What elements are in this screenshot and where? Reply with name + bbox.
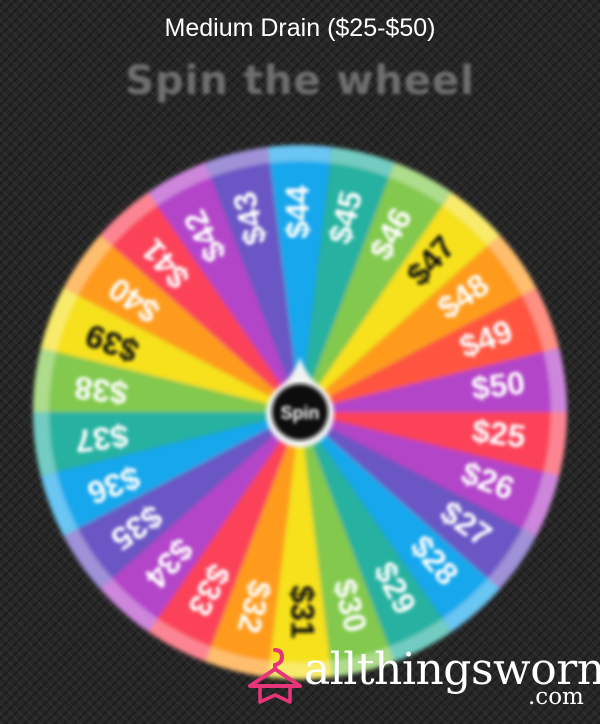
wheel-segment-label: $25: [470, 412, 527, 454]
spin-button-label: Spin: [281, 403, 320, 423]
prize-wheel[interactable]: $44 $45$46$47$48$49$50$25$26$27$28$29$30$…: [0, 0, 600, 724]
hanger-icon: [248, 648, 302, 704]
brand-watermark: allthingsworn .com: [246, 642, 600, 712]
wheel-segment-label: $37: [73, 418, 130, 460]
wheel-segment-label: $38: [72, 369, 129, 411]
wheel-segment-label: $31: [285, 585, 321, 638]
wheel-segment-label: $50: [470, 364, 527, 406]
brand-domain: .com: [528, 684, 584, 710]
wheel-segment-label: $44: [279, 185, 315, 239]
wheel-rim-segment: [267, 145, 333, 163]
